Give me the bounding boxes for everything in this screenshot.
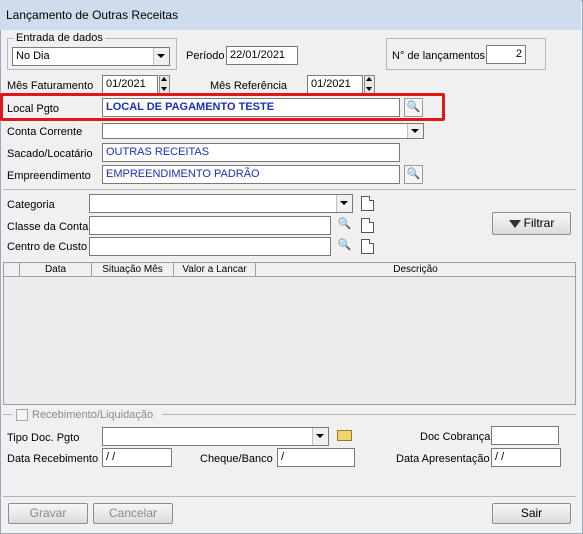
doc-cobranca-label: Doc Cobrança — [420, 431, 491, 443]
folder-icon[interactable] — [337, 430, 352, 441]
mes-referencia-field[interactable]: 01/2021 — [307, 75, 363, 94]
chevron-down-icon[interactable] — [312, 428, 328, 445]
chevron-down-icon[interactable] — [336, 195, 352, 212]
centro-custo-field[interactable] — [89, 237, 331, 256]
classe-conta-field[interactable] — [89, 216, 331, 235]
cancelar-button[interactable]: Cancelar — [93, 503, 173, 524]
window-title: Lançamento de Outras Receitas — [6, 8, 179, 22]
grid-col-descricao[interactable]: Descrição — [256, 263, 575, 276]
funnel-icon — [508, 219, 521, 228]
binoculars-icon[interactable]: 🔍 — [404, 165, 423, 184]
highlight-box — [0, 93, 445, 121]
empreendimento-label: Empreendimento — [7, 170, 91, 182]
chevron-down-icon[interactable] — [407, 124, 423, 138]
document-icon[interactable] — [361, 239, 374, 254]
sair-button[interactable]: Sair — [492, 503, 571, 524]
periodo-label: Período — [186, 50, 225, 62]
centro-custo-label: Centro de Custo — [7, 241, 88, 253]
empreendimento-field[interactable]: EMPREENDIMENTO PADRÃO — [102, 165, 400, 184]
classe-conta-label: Classe da Conta — [7, 221, 89, 233]
entrada-mode-combo[interactable]: No Dia — [12, 47, 170, 66]
mes-referencia-spinner[interactable] — [364, 75, 375, 94]
grid-col-situacao[interactable]: Situação Mês — [92, 263, 174, 276]
sacado-field[interactable]: OUTRAS RECEITAS — [102, 143, 400, 162]
grid-col-valor[interactable]: Valor a Lancar — [174, 263, 256, 276]
tipo-doc-label: Tipo Doc. Pgto — [7, 432, 80, 444]
data-apresentacao-label: Data Apresentação — [396, 453, 490, 465]
document-icon[interactable] — [361, 196, 374, 211]
grid-indicator-col — [4, 263, 20, 276]
doc-cobranca-field[interactable] — [491, 426, 559, 445]
launch-grid[interactable]: Data Situação Mês Valor a Lancar Descriç… — [3, 262, 576, 405]
filtrar-label: Filtrar — [523, 216, 555, 230]
mes-faturamento-label: Mês Faturamento — [7, 80, 94, 92]
recebimento-header: Recebimento/Liquidação — [12, 408, 162, 422]
gravar-button[interactable]: Gravar — [8, 503, 88, 524]
grid-col-data[interactable]: Data — [20, 263, 92, 276]
sacado-label: Sacado/Locatário — [7, 148, 93, 160]
binoculars-icon[interactable]: 🔍 — [335, 237, 354, 256]
binoculars-icon[interactable]: 🔍 — [335, 216, 354, 235]
num-lanc-label: N° de lançamentos — [392, 50, 486, 62]
categoria-label: Categoria — [7, 199, 55, 211]
grid-header: Data Situação Mês Valor a Lancar Descriç… — [4, 263, 575, 277]
mes-referencia-label: Mês Referência — [210, 80, 288, 92]
footer-divider — [3, 496, 576, 497]
tipo-doc-combo[interactable] — [102, 427, 329, 446]
conta-corrente-label: Conta Corrente — [7, 126, 83, 138]
mes-faturamento-spinner[interactable] — [159, 75, 170, 94]
periodo-field[interactable]: 22/01/2021 — [226, 46, 298, 65]
recebimento-checkbox[interactable] — [16, 409, 28, 421]
entrada-mode-value: No Dia — [16, 50, 50, 62]
entrada-group-label: Entrada de dados — [14, 32, 105, 44]
conta-corrente-combo[interactable] — [102, 123, 424, 139]
categoria-combo[interactable] — [89, 194, 353, 213]
divider — [3, 189, 576, 190]
cheque-banco-label: Cheque/Banco — [200, 453, 273, 465]
chevron-down-icon[interactable] — [153, 48, 169, 65]
data-recebimento-label: Data Recebimento — [7, 453, 99, 465]
cheque-banco-field[interactable]: / — [277, 448, 355, 467]
document-icon[interactable] — [361, 218, 374, 233]
recebimento-label: Recebimento/Liquidação — [32, 409, 154, 421]
filtrar-button[interactable]: Filtrar — [492, 212, 571, 235]
num-lanc-field[interactable]: 2 — [486, 45, 526, 64]
data-apresentacao-field[interactable]: / / — [491, 448, 561, 467]
data-recebimento-field[interactable]: / / — [102, 448, 172, 467]
mes-faturamento-field[interactable]: 01/2021 — [102, 75, 158, 94]
